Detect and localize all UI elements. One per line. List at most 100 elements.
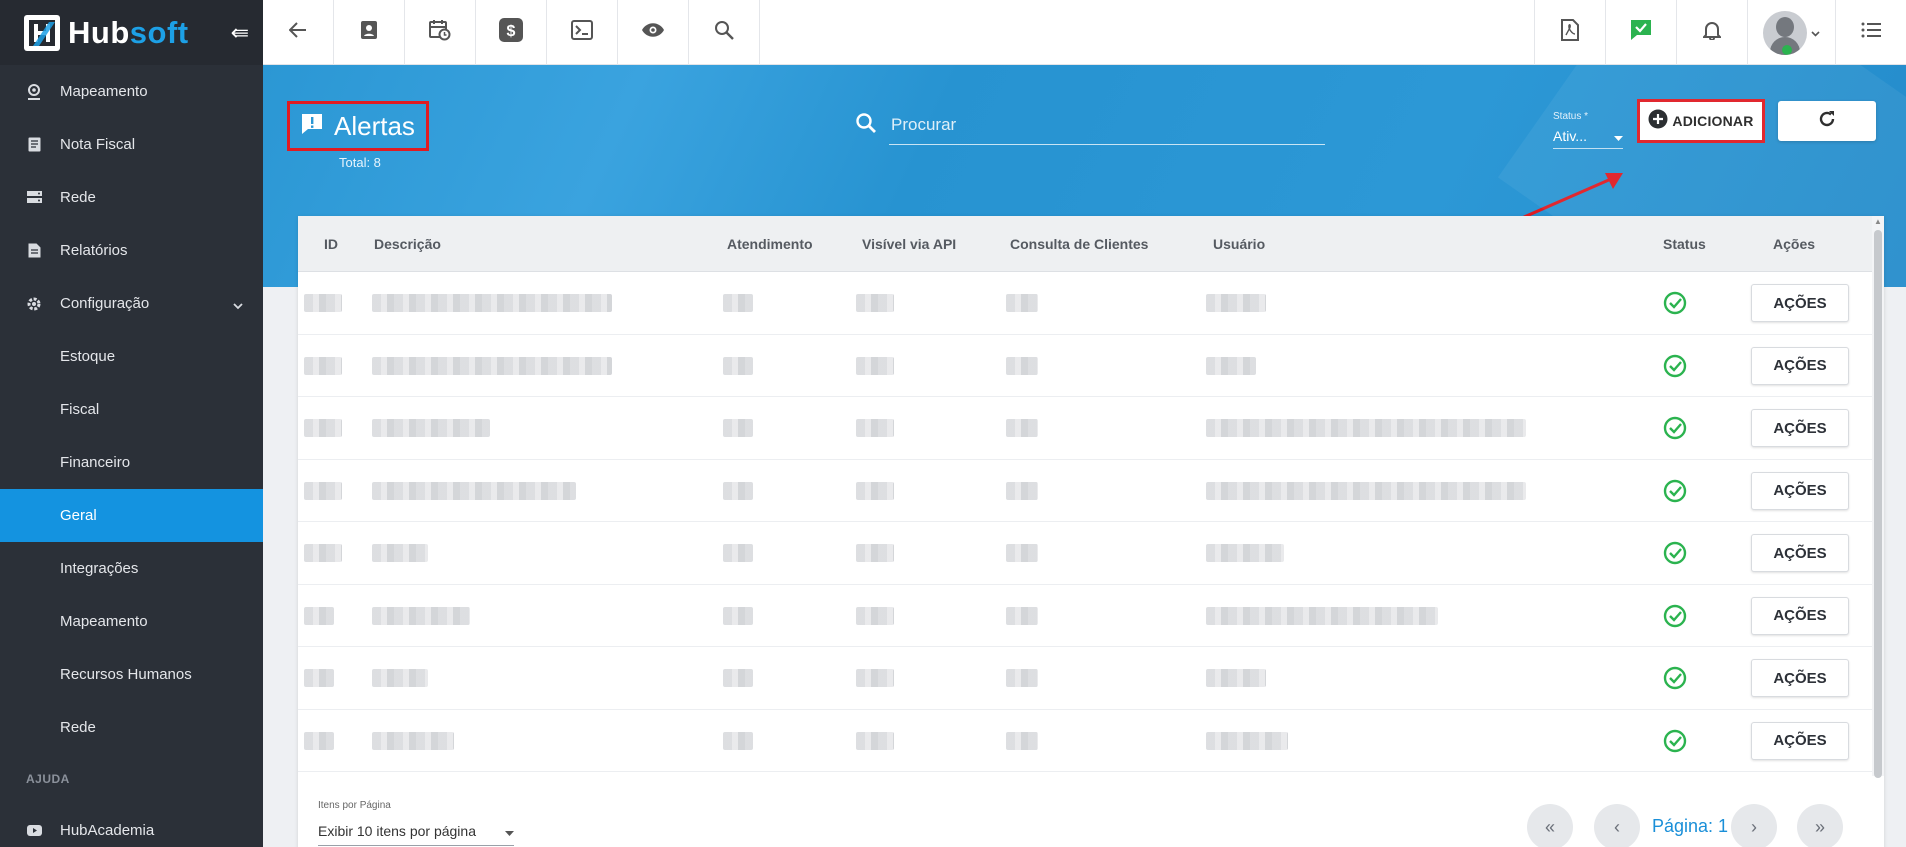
- column-acoes[interactable]: Ações: [1773, 236, 1815, 252]
- refresh-button[interactable]: [1778, 101, 1876, 141]
- redacted-cell: [856, 669, 894, 687]
- plus-circle-icon: [1648, 109, 1668, 134]
- page-indicator: Página: 1: [1652, 816, 1729, 836]
- sidebar-item-label: Mapeamento: [60, 613, 148, 630]
- redacted-cell: [856, 731, 894, 750]
- collapse-sidebar-icon[interactable]: ⇚: [231, 20, 249, 46]
- scroll-thumb[interactable]: [1874, 230, 1882, 778]
- options-menu-button[interactable]: [1835, 0, 1906, 65]
- sidebar-subitem-recursos-humanos[interactable]: Recursos Humanos: [0, 648, 263, 701]
- avatar: [1763, 10, 1807, 55]
- redacted-cell: [372, 669, 428, 687]
- redacted-cell: [304, 481, 342, 500]
- schedule-button[interactable]: [405, 0, 476, 65]
- first-page-button[interactable]: «: [1527, 804, 1573, 847]
- redacted-cell: [372, 481, 576, 500]
- terminal-button[interactable]: [547, 0, 618, 65]
- sidebar-section-help: AJUDA: [26, 772, 70, 786]
- chevron-down-icon: [233, 297, 243, 314]
- logo-icon: [24, 14, 60, 51]
- sidebar-item-hubacademia[interactable]: HubAcademia: [0, 804, 263, 847]
- row-actions-button[interactable]: AÇÕES: [1751, 284, 1849, 322]
- table-header: ID Descrição Atendimento Visível via API…: [298, 216, 1884, 272]
- back-arrow-icon: [288, 22, 307, 43]
- column-usuario[interactable]: Usuário: [1213, 236, 1265, 252]
- sidebar-subitem-fiscal[interactable]: Fiscal: [0, 383, 263, 436]
- view-button[interactable]: [618, 0, 689, 65]
- app-window: Hubsoft ⇚ Mapeamento Nota Fiscal Rede Re…: [0, 0, 1906, 847]
- redacted-cell: [1206, 669, 1266, 687]
- sidebar-item-nota-fiscal[interactable]: Nota Fiscal: [0, 118, 263, 171]
- pdf-button[interactable]: [1534, 0, 1605, 65]
- status-select[interactable]: Status * Ativ...: [1553, 111, 1623, 149]
- row-actions-button[interactable]: AÇÕES: [1751, 534, 1849, 572]
- table-row: AÇÕES: [298, 397, 1884, 460]
- redacted-cell: [856, 544, 894, 562]
- refresh-icon: [1817, 109, 1837, 134]
- column-id[interactable]: ID: [324, 236, 338, 252]
- report-icon: [26, 243, 42, 259]
- column-consulta-clientes[interactable]: Consulta de Clientes: [1010, 236, 1148, 252]
- redacted-cell: [856, 606, 894, 625]
- redacted-cell: [372, 419, 490, 437]
- row-actions-button[interactable]: AÇÕES: [1751, 471, 1849, 510]
- sidebar-item-rede[interactable]: Rede: [0, 171, 263, 224]
- column-status[interactable]: Status: [1663, 236, 1706, 252]
- add-button[interactable]: ADICIONAR: [1637, 99, 1765, 143]
- sidebar-item-label: Financeiro: [60, 454, 131, 471]
- last-page-button[interactable]: »: [1797, 804, 1843, 847]
- calendar-clock-icon: [429, 19, 451, 46]
- prev-page-button[interactable]: ‹: [1594, 804, 1640, 847]
- sidebar-subitem-integracoes[interactable]: Integrações: [0, 542, 263, 595]
- row-actions-button[interactable]: AÇÕES: [1751, 409, 1849, 447]
- sidebar-subitem-financeiro[interactable]: Financeiro: [0, 436, 263, 489]
- row-actions-button[interactable]: AÇÕES: [1751, 346, 1849, 385]
- total-count: Total: 8: [339, 155, 381, 170]
- status-check-icon: [1663, 666, 1687, 690]
- status-select-value[interactable]: Ativ...: [1553, 128, 1623, 149]
- sidebar-item-configuracao[interactable]: Configuração: [0, 277, 263, 330]
- sidebar-subitem-estoque[interactable]: Estoque: [0, 330, 263, 383]
- sidebar-item-label: Recursos Humanos: [60, 666, 192, 683]
- row-actions-button[interactable]: AÇÕES: [1751, 659, 1849, 697]
- sidebar-item-label: Fiscal: [60, 401, 100, 418]
- contacts-button[interactable]: [334, 0, 405, 65]
- notifications-button[interactable]: [1676, 0, 1747, 65]
- user-menu-button[interactable]: [1747, 0, 1835, 65]
- scroll-up-icon[interactable]: ▲: [1874, 218, 1882, 226]
- sidebar-subitem-rede[interactable]: Rede: [0, 701, 263, 754]
- redacted-cell: [1206, 481, 1526, 500]
- table-row: AÇÕES: [298, 584, 1884, 647]
- finance-button[interactable]: $: [476, 0, 547, 65]
- sidebar-subitem-mapeamento[interactable]: Mapeamento: [0, 595, 263, 648]
- sidebar-item-label: Mapeamento: [60, 83, 148, 100]
- redacted-cell: [1206, 419, 1526, 437]
- redacted-cell: [856, 419, 894, 437]
- document-icon: [26, 137, 42, 153]
- table-scrollbar[interactable]: ▲: [1872, 216, 1884, 778]
- redacted-cell: [723, 294, 753, 312]
- redacted-cell: [372, 606, 470, 625]
- column-descricao[interactable]: Descrição: [374, 236, 441, 252]
- status-check-icon: [1663, 729, 1687, 753]
- next-page-button[interactable]: ›: [1731, 804, 1777, 847]
- redacted-cell: [1206, 356, 1256, 375]
- search-button[interactable]: [689, 0, 760, 65]
- double-chevron-left-icon: «: [1544, 816, 1555, 837]
- row-actions-button[interactable]: AÇÕES: [1751, 721, 1849, 760]
- page-title: Alertas: [334, 110, 415, 141]
- table-row: AÇÕES: [298, 647, 1884, 710]
- column-atendimento[interactable]: Atendimento: [727, 236, 813, 252]
- server-icon: [26, 190, 42, 206]
- row-actions-button[interactable]: AÇÕES: [1751, 596, 1849, 635]
- items-per-page-select[interactable]: Exibir 10 itens por página: [318, 816, 514, 846]
- messages-button[interactable]: [1605, 0, 1676, 65]
- search-input[interactable]: [891, 107, 1325, 143]
- redacted-cell: [856, 481, 894, 500]
- sidebar-item-mapeamento[interactable]: Mapeamento: [0, 65, 263, 118]
- bell-icon: [1701, 20, 1723, 45]
- back-button[interactable]: [263, 0, 334, 65]
- sidebar-item-relatorios[interactable]: Relatórios: [0, 224, 263, 277]
- column-visivel-api[interactable]: Visível via API: [862, 236, 956, 252]
- sidebar-subitem-geral[interactable]: Geral: [0, 489, 263, 542]
